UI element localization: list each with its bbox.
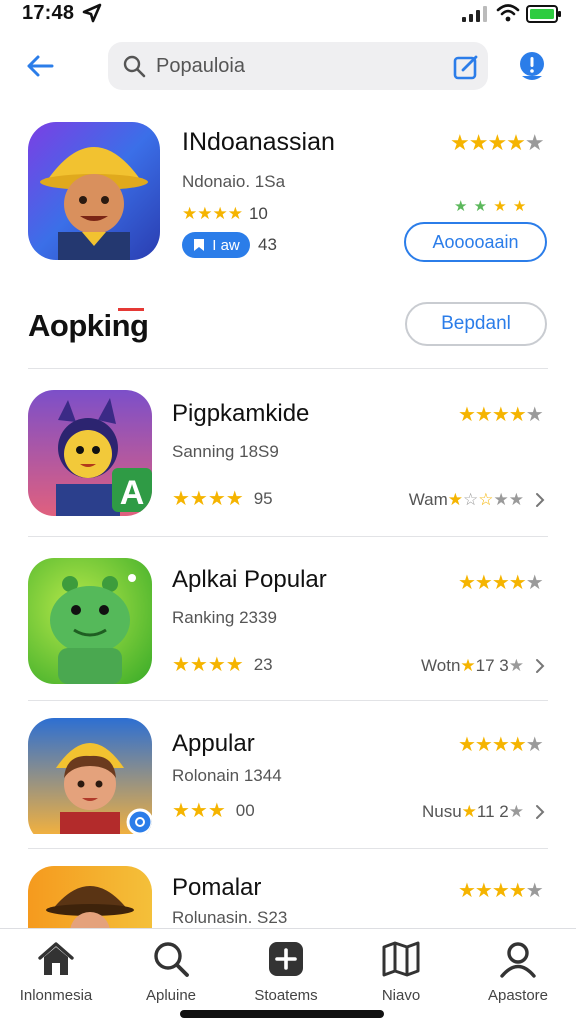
section-title-accent: [118, 308, 144, 311]
account-button[interactable]: [516, 50, 548, 82]
tab-label: Stoatems: [254, 987, 318, 1004]
app-meta-text: Wotn: [421, 656, 461, 675]
app-subtitle: Ranking 2339: [172, 608, 277, 627]
tab-label: Apluine: [145, 987, 197, 1004]
search-icon: [154, 942, 189, 977]
bookmark-icon: [194, 239, 205, 251]
rating-count: 10: [248, 204, 268, 223]
app-stars: ★★★★★: [458, 880, 544, 902]
app-subtitle: Sanning 18S9: [172, 442, 279, 461]
tab-create[interactable]: Stoatems: [231, 939, 341, 1004]
featured-rating: ★★★★ 10: [182, 204, 268, 224]
app-meta-value: 17 3: [475, 656, 509, 675]
tab-label: Inlonmesia: [19, 987, 93, 1004]
app-meta[interactable]: Wam★☆☆★★: [409, 490, 546, 510]
section-button[interactable]: Bepdanl: [405, 302, 547, 346]
divider: [28, 536, 548, 537]
status-time: 17:48: [22, 2, 75, 24]
back-button[interactable]: [24, 50, 56, 82]
app-icon[interactable]: [28, 866, 152, 928]
divider: [28, 700, 548, 701]
home-indicator[interactable]: [180, 1010, 384, 1018]
app-meta[interactable]: Nusu★11 2★: [422, 802, 546, 822]
app-subtitle: Rolonain 1344: [172, 766, 282, 785]
edit-icon[interactable]: [452, 53, 480, 81]
location-arrow-icon: [82, 3, 102, 23]
featured-app-subtitle: Ndonaio. 1Sa: [182, 172, 286, 191]
app-rating-count: 00: [235, 800, 255, 820]
app-meta-text: Wam: [408, 490, 448, 509]
svg-text:A: A: [120, 474, 145, 512]
app-name[interactable]: Appular: [172, 730, 255, 758]
app-name[interactable]: Pigpkamkide: [172, 400, 309, 428]
featured-badge-label: I aw: [212, 236, 240, 254]
app-rating-count: 23: [253, 654, 273, 674]
divider: [28, 848, 548, 849]
app-icon[interactable]: A: [28, 390, 152, 516]
section-title: Aopking: [28, 308, 149, 343]
tab-map[interactable]: Niavo: [346, 939, 456, 1004]
app-rating-count: 95: [253, 488, 273, 508]
app-stars: ★★★★★: [458, 404, 544, 426]
account-icon: [520, 52, 544, 80]
app-rating: ★★★★ 23: [172, 654, 273, 676]
tab-home[interactable]: Inlonmesia: [1, 939, 111, 1004]
app-icon[interactable]: [28, 558, 152, 684]
tab-search[interactable]: Apluine: [116, 939, 226, 1004]
home-icon: [38, 942, 74, 975]
back-arrow-icon: [27, 55, 54, 77]
plus-square-icon: [269, 942, 303, 976]
app-meta-text: Nusu: [421, 802, 462, 821]
divider: [28, 368, 548, 369]
app-rating: ★★★ 00: [172, 800, 255, 822]
app-name[interactable]: Pomalar: [172, 874, 261, 902]
app-subtitle: Rolunasin. S23: [172, 908, 288, 927]
battery-icon: [526, 5, 561, 23]
map-icon: [382, 941, 420, 977]
chevron-right-icon: [536, 659, 545, 673]
wifi-icon: [496, 4, 520, 22]
chevron-right-icon: [536, 805, 545, 819]
app-name[interactable]: Aplkai Popular: [172, 566, 327, 594]
featured-badge[interactable]: I aw: [182, 232, 250, 258]
app-meta-value: 11 2: [476, 802, 509, 821]
person-icon: [500, 942, 536, 978]
app-icon[interactable]: [28, 718, 152, 844]
app-rating: ★★★★ 95: [172, 488, 273, 510]
signal-icon: [462, 6, 487, 22]
app-stars: ★★★★★: [458, 734, 544, 756]
featured-stars: ★★★★★: [450, 130, 545, 155]
search-input[interactable]: Popauloia: [108, 42, 488, 90]
featured-app-icon[interactable]: [28, 122, 160, 260]
featured-app-title[interactable]: INdoanassian: [182, 128, 335, 157]
rating-stars: ★★★★: [182, 204, 243, 223]
status-bar: 17:48: [0, 0, 576, 30]
app-stars: ★★★★★: [458, 572, 544, 594]
tab-label: Niavo: [381, 987, 421, 1004]
chevron-right-icon: [536, 493, 545, 507]
tab-profile[interactable]: Apastore: [463, 939, 573, 1004]
featured-badge-count: 43: [258, 235, 277, 254]
featured-action-button[interactable]: Aooooaain: [404, 222, 547, 262]
tab-label: Apastore: [487, 987, 549, 1004]
app-meta[interactable]: Wotn★17 3★: [421, 656, 546, 676]
search-query: Popauloia: [156, 55, 245, 77]
featured-small-stars: ★ ★ ★ ★: [454, 198, 528, 215]
search-icon: [123, 55, 146, 78]
